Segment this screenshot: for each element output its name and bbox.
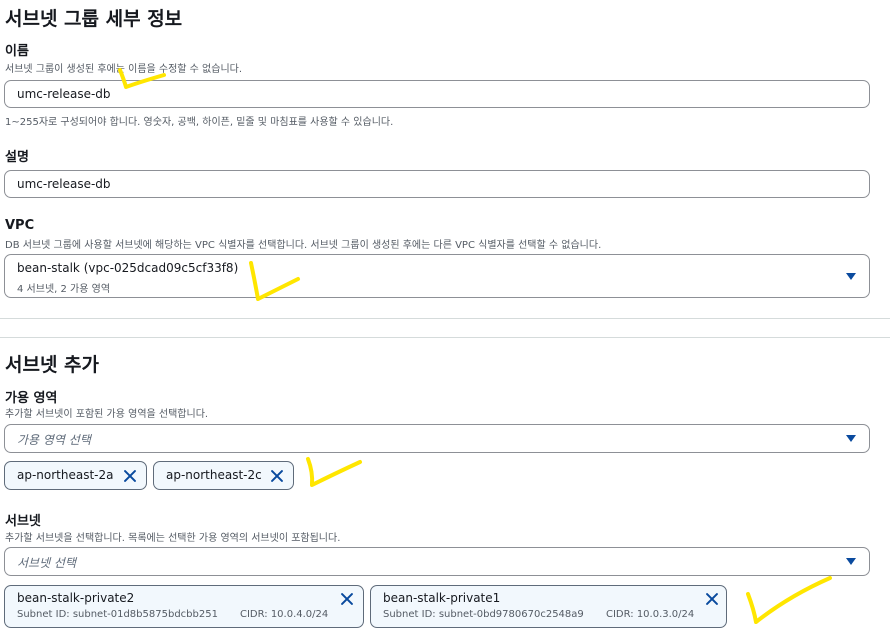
vpc-selected-value: bean-stalk (vpc-025dcad09c5cf33f8) xyxy=(17,261,239,275)
availability-zone-description: 추가할 서브넷이 포함된 가용 영역을 선택합니다. xyxy=(5,409,209,420)
token-subnet-name: bean-stalk-private2 xyxy=(17,591,135,605)
name-constraint: 1~255자로 구성되어야 합니다. 영숫자, 공백, 하이픈, 밑줄 및 마침… xyxy=(5,117,394,128)
token-subnet: bean-stalk-private2 Subnet ID: subnet-01… xyxy=(4,585,364,628)
close-icon[interactable] xyxy=(270,469,284,483)
subnet-select[interactable]: 서브넷 선택 xyxy=(4,547,870,576)
checkmark-icon xyxy=(118,68,166,89)
token-availability-zone: ap-northeast-2a xyxy=(4,461,147,490)
divider xyxy=(0,318,890,319)
close-icon[interactable] xyxy=(705,592,719,606)
token-subnet-id: Subnet ID: subnet-0bd9780670c2548a9 xyxy=(383,609,584,620)
name-input-value: umc-release-db xyxy=(17,87,111,101)
vpc-description: DB 서브넷 그룹에 사용할 서브넷에 해당하는 VPC 식별자를 선택합니다.… xyxy=(5,240,602,251)
description-input-value: umc-release-db xyxy=(17,177,111,191)
close-icon[interactable] xyxy=(340,592,354,606)
token-subnet: bean-stalk-private1 Subnet ID: subnet-0b… xyxy=(370,585,727,628)
section-heading-details: 서브넷 그룹 세부 정보 xyxy=(5,8,183,30)
name-label: 이름 xyxy=(5,44,29,59)
token-subnet-cidr: CIDR: 10.0.3.0/24 xyxy=(606,609,695,620)
token-subnet-id: Subnet ID: subnet-01d8b5875bdcbb251 xyxy=(17,609,218,620)
caret-down-icon xyxy=(846,558,856,565)
subnet-description: 추가할 서브넷을 선택합니다. 목록에는 선택한 가용 영역의 서브넷이 포함됩… xyxy=(5,533,341,544)
checkmark-icon xyxy=(249,261,300,301)
availability-zone-label: 가용 영역 xyxy=(5,391,58,406)
token-availability-zone: ap-northeast-2c xyxy=(153,461,294,490)
close-icon[interactable] xyxy=(123,469,137,483)
vpc-selected-detail: 4 서브넷, 2 가용 영역 xyxy=(17,284,111,295)
description-input[interactable]: umc-release-db xyxy=(4,170,870,198)
availability-zone-select[interactable]: 가용 영역 선택 xyxy=(4,424,870,453)
subnet-label: 서브넷 xyxy=(5,514,41,529)
subnet-placeholder: 서브넷 선택 xyxy=(17,556,77,570)
caret-down-icon xyxy=(846,273,856,280)
vpc-select[interactable]: bean-stalk (vpc-025dcad09c5cf33f8) 4 서브넷… xyxy=(4,254,870,298)
section-heading-add-subnets: 서브넷 추가 xyxy=(5,354,100,376)
token-label: ap-northeast-2c xyxy=(166,468,262,482)
token-subnet-cidr: CIDR: 10.0.4.0/24 xyxy=(240,609,329,620)
checkmark-icon xyxy=(306,457,362,487)
vpc-label: VPC xyxy=(5,218,35,233)
caret-down-icon xyxy=(846,435,856,442)
token-label: ap-northeast-2a xyxy=(17,468,114,482)
divider xyxy=(0,337,890,338)
availability-zone-placeholder: 가용 영역 선택 xyxy=(17,433,91,447)
token-subnet-name: bean-stalk-private1 xyxy=(383,591,501,605)
checkmark-icon xyxy=(746,576,832,624)
description-label: 설명 xyxy=(5,150,29,165)
